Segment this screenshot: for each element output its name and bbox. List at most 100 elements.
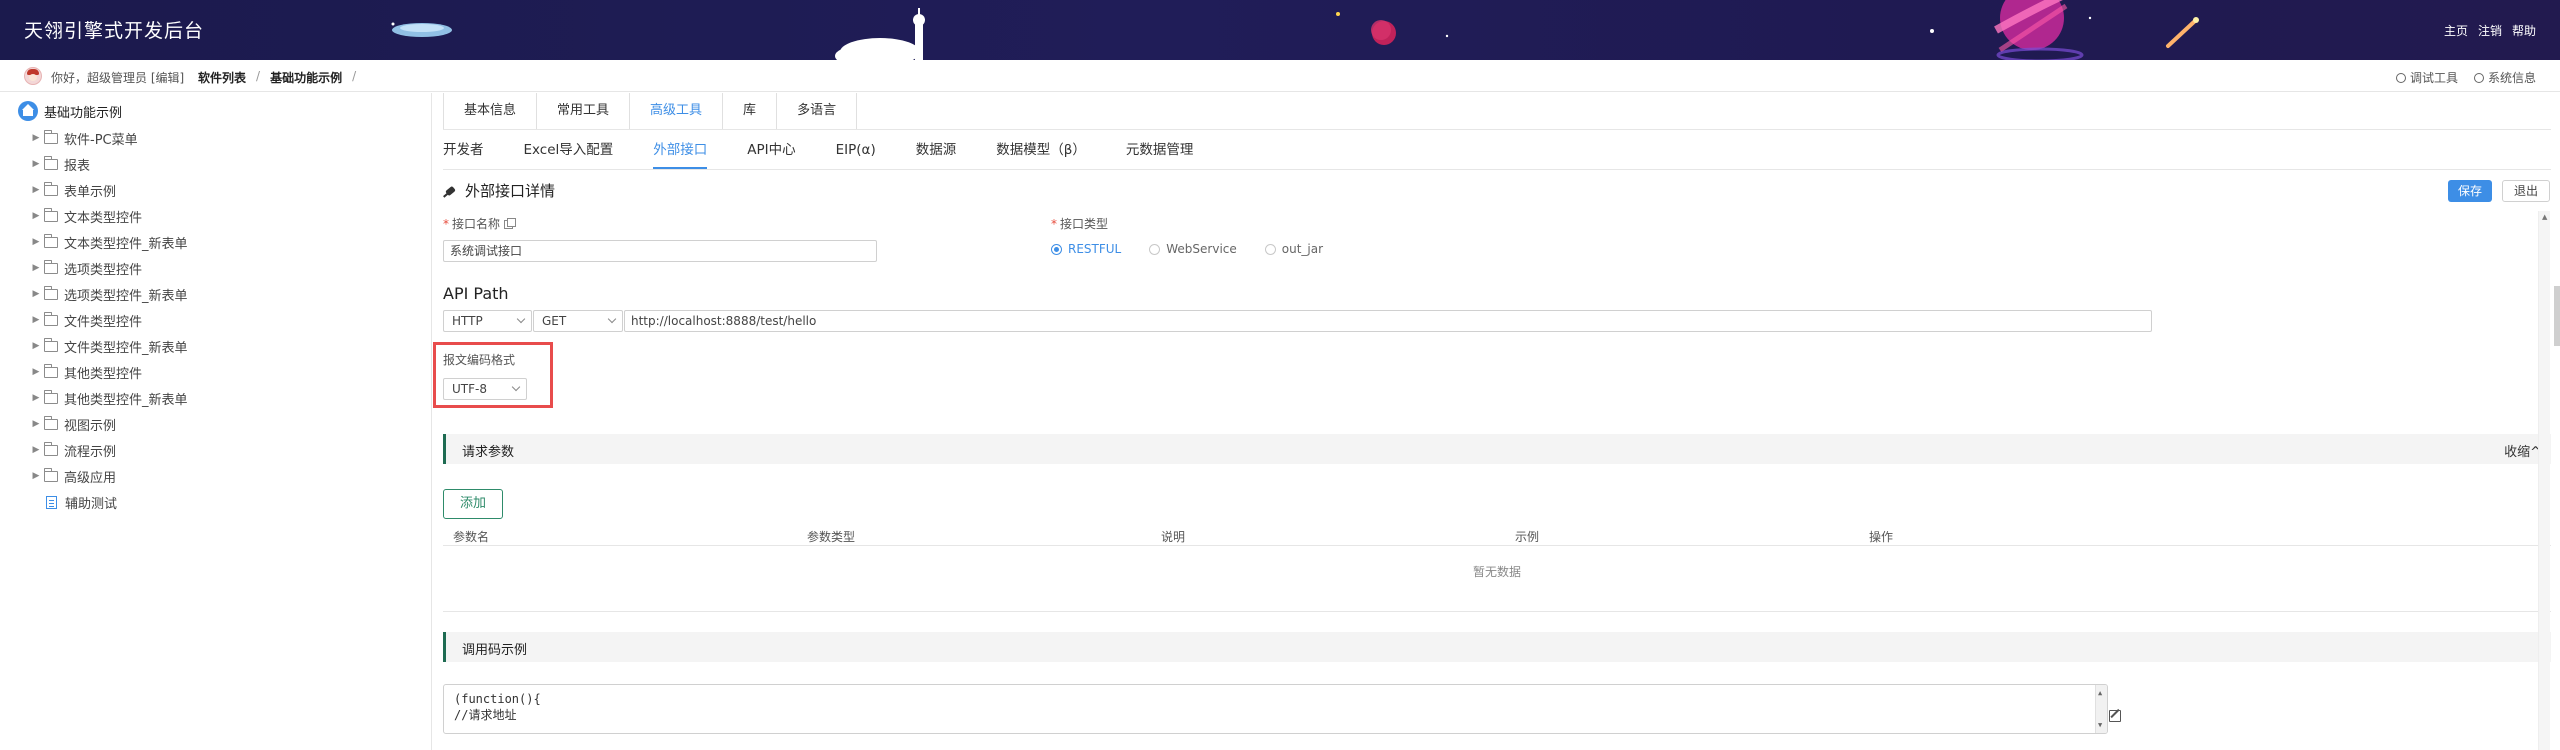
avatar[interactable]	[24, 67, 42, 85]
code-line: (function(){	[454, 692, 541, 706]
tab-secondary[interactable]: 数据模型（β）	[996, 139, 1086, 169]
tree-item[interactable]: ▶ 文件类型控件	[28, 307, 188, 333]
topbar-tools: 调试工具 系统信息	[2395, 69, 2536, 86]
logout-link[interactable]: 注销	[2478, 22, 2502, 39]
gear-icon	[2473, 73, 2484, 83]
tab-primary[interactable]: 多语言	[777, 93, 856, 129]
folder-icon	[44, 285, 58, 300]
breadcrumb-software-list[interactable]: 软件列表	[198, 69, 246, 86]
url-input[interactable]: http://localhost:8888/test/hello	[624, 310, 2152, 332]
tree-item[interactable]: ▶ 软件-PC菜单	[28, 125, 188, 151]
tree-item[interactable]: ▶ 文本类型控件_新表单	[28, 229, 188, 255]
caret-right-icon[interactable]: ▶	[28, 159, 44, 169]
api-type-radio[interactable]: out_jar	[1264, 242, 1323, 256]
tab-secondary[interactable]: API中心	[747, 139, 795, 169]
window-scrollbar[interactable]	[2554, 286, 2560, 346]
exit-button[interactable]: 退出	[2502, 180, 2550, 202]
tree-item-label: 流程示例	[64, 444, 117, 460]
help-link[interactable]: 帮助	[2512, 22, 2536, 39]
col-param-name: 参数名	[453, 530, 490, 544]
empty-state: 暂无数据	[1472, 565, 1521, 579]
protocol-select[interactable]: HTTP	[443, 310, 532, 332]
encoding-select[interactable]: UTF-8	[443, 378, 527, 400]
tree-item[interactable]: ▶ 其他类型控件	[28, 359, 188, 385]
folder-icon	[44, 363, 58, 378]
api-type-radio-label: WebService	[1166, 242, 1237, 256]
folder-icon	[44, 129, 58, 144]
secondary-tabs: 开发者 Excel导入配置 外部接口 API中心 EIP(α) 数据源 数据模型（β） 元数据…	[443, 139, 1233, 169]
api-type-radio[interactable]: RESTFUL	[1051, 242, 1121, 256]
tree-item[interactable]: ▶ 流程示例	[28, 437, 188, 463]
tree-item[interactable]: ▶ 表单示例	[28, 177, 188, 203]
debug-tool-label: 调试工具	[2409, 71, 2458, 85]
main-panel: 基本信息 常用工具 高级工具库多语言 开发者 Excel导入配置 外部接口 API中心 EI…	[433, 93, 2560, 750]
folder-icon	[44, 467, 58, 482]
save-button[interactable]: 保存	[2448, 180, 2492, 202]
divider	[443, 611, 2551, 612]
tab-secondary[interactable]: Excel导入配置	[524, 139, 614, 169]
caret-right-icon[interactable]: ▶	[28, 315, 44, 325]
debug-tool-link[interactable]: 调试工具	[2395, 69, 2458, 86]
caret-right-icon[interactable]: ▶	[28, 263, 44, 273]
caret-right-icon[interactable]: ▶	[28, 419, 44, 429]
caret-right-icon[interactable]: ▶	[28, 185, 44, 195]
code-scrollbar[interactable]	[2095, 685, 2107, 733]
breadcrumb-basic-demo[interactable]: 基础功能示例	[270, 69, 342, 86]
api-name-input[interactable]: 系统调试接口	[443, 240, 877, 262]
caret-right-icon[interactable]: ▶	[28, 237, 44, 247]
copy-icon[interactable]	[504, 218, 517, 229]
edit-icon[interactable]	[2109, 710, 2121, 722]
tree-item[interactable]: 辅助测试	[28, 489, 188, 515]
tree-item[interactable]: ▶ 选项类型控件	[28, 255, 188, 281]
tab-primary[interactable]: 高级工具	[630, 93, 724, 129]
folder-icon	[44, 389, 58, 404]
tree-item[interactable]: ▶ 文本类型控件	[28, 203, 188, 229]
api-name-label: * 接口名称	[443, 215, 517, 232]
tree-item-label: 表单示例	[64, 184, 117, 200]
tab-secondary[interactable]: 数据源	[916, 139, 957, 169]
breadcrumb-separator: /	[352, 69, 357, 83]
tab-secondary[interactable]: EIP(α)	[836, 139, 876, 169]
api-path-title: API Path	[443, 284, 509, 303]
caret-right-icon[interactable]: ▶	[28, 471, 44, 481]
caret-right-icon[interactable]: ▶	[28, 341, 44, 351]
encoding-value: UTF-8	[452, 382, 487, 396]
add-param-button[interactable]: 添加	[443, 489, 503, 519]
tree-item[interactable]: ▶ 选项类型控件_新表单	[28, 281, 188, 307]
tab-secondary[interactable]: 元数据管理	[1126, 139, 1194, 169]
folder-icon	[44, 207, 58, 222]
tree-item[interactable]: ▶ 高级应用	[28, 463, 188, 489]
tab-secondary[interactable]: 开发者	[443, 139, 484, 169]
tree-item[interactable]: ▶ 文件类型控件_新表单	[28, 333, 188, 359]
home-icon	[18, 101, 38, 121]
folder-icon	[44, 311, 58, 326]
tab-primary[interactable]: 基本信息	[444, 93, 538, 129]
tree-item-label: 报表	[64, 158, 91, 174]
tab-primary[interactable]: 库	[723, 93, 778, 129]
col-description: 说明	[1161, 530, 1186, 544]
content-scrollbar[interactable]: ▲	[2538, 211, 2550, 750]
tree-item-label: 文件类型控件	[64, 314, 143, 330]
tab-secondary[interactable]: 外部接口	[653, 139, 708, 169]
api-type-radio[interactable]: WebService	[1149, 242, 1237, 256]
home-link[interactable]: 主页	[2444, 22, 2468, 39]
caret-right-icon[interactable]: ▶	[28, 211, 44, 221]
caret-right-icon[interactable]: ▶	[28, 133, 44, 143]
tree-item-label: 视图示例	[64, 418, 117, 434]
method-select[interactable]: GET	[533, 310, 623, 332]
folder-icon	[44, 259, 58, 274]
tab-primary[interactable]: 常用工具	[537, 93, 631, 129]
caret-right-icon[interactable]: ▶	[28, 393, 44, 403]
system-info-link[interactable]: 系统信息	[2473, 69, 2536, 86]
tree-item[interactable]: ▶ 报表	[28, 151, 188, 177]
tree-root[interactable]: 基础功能示例	[18, 101, 122, 121]
tree-item[interactable]: ▶ 其他类型控件_新表单	[28, 385, 188, 411]
caret-right-icon[interactable]: ▶	[28, 367, 44, 377]
tree-list: ▶ 软件-PC菜单 ▶ 报表 ▶ 表单示例 ▶ 文本类型控件 ▶ 文本类型控件_新表单 ▶ 选项类型控…	[28, 125, 188, 515]
caret-right-icon[interactable]: ▶	[28, 289, 44, 299]
greeting-text[interactable]: 你好，超级管理员 [编辑]	[51, 69, 184, 86]
collapse-toggle[interactable]: 收缩^	[2504, 441, 2541, 460]
code-example-textarea[interactable]: (function(){ //请求地址	[443, 684, 2108, 734]
caret-right-icon[interactable]: ▶	[28, 445, 44, 455]
tree-item[interactable]: ▶ 视图示例	[28, 411, 188, 437]
